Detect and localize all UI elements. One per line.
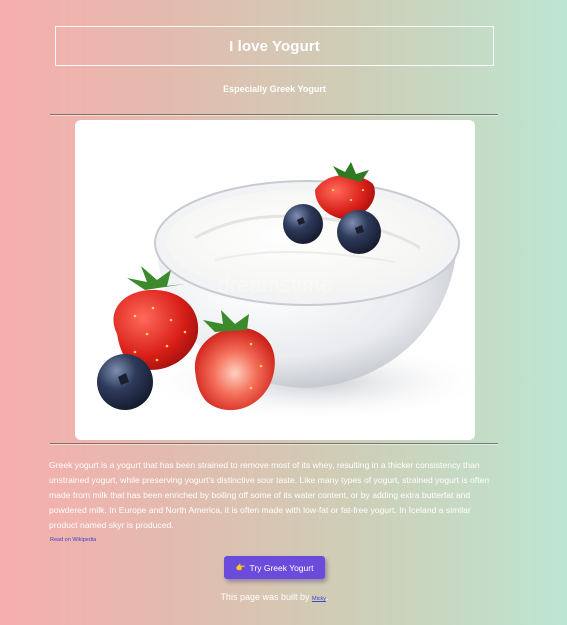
try-greek-yogurt-button[interactable]: 👉 Try Greek Yogurt [224,556,325,579]
page-subtitle: Especially Greek Yogurt [223,84,326,94]
page-title: I love Yogurt [229,37,320,55]
watermark-text: dreamstime [218,272,333,297]
footer-prefix: This page was built by [220,592,312,602]
yogurt-illustration: dreamstime [97,162,475,422]
bottom-divider [50,443,498,445]
footer-suffix: . [326,592,329,602]
top-divider [50,114,498,116]
yogurt-image: dreamstime [75,120,475,440]
page: I love Yogurt Especially Greek Yogurt dr… [0,0,567,625]
author-link[interactable]: Micky [312,596,326,602]
cta-label: Try Greek Yogurt [249,562,314,573]
yogurt-description: Greek yogurt is a yogurt that has been s… [49,460,490,530]
pointing-hand-icon: 👉 [235,563,246,572]
footer: This page was built by Micky. [0,592,549,602]
title-box: I love Yogurt [55,26,494,66]
wikipedia-link[interactable]: Read on Wikipedia [50,537,96,543]
